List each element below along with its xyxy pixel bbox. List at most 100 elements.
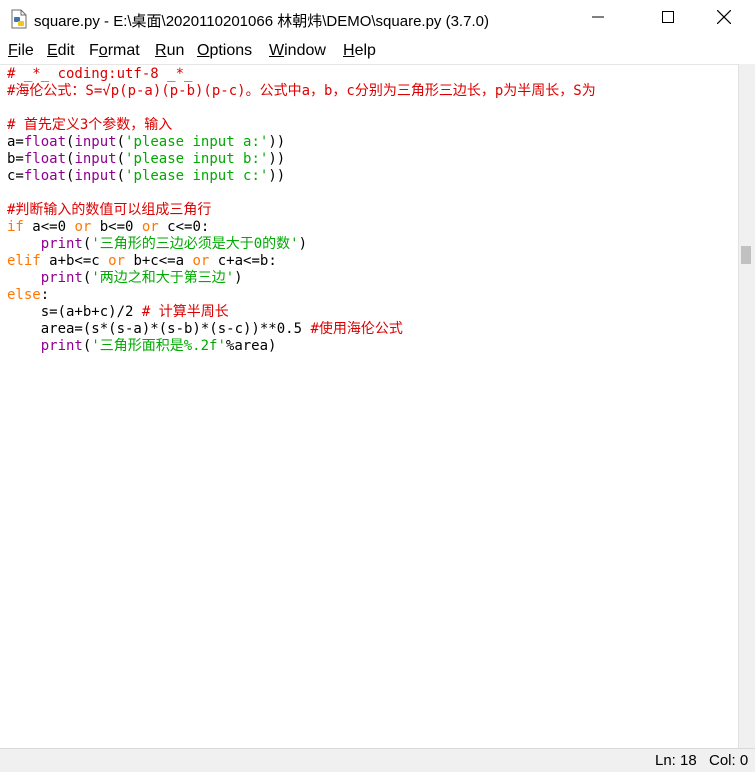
line-number-status: Ln: 18 — [655, 752, 697, 769]
code-line: s=(a+b+c)/2 # 计算半周长 — [7, 304, 596, 321]
code-token-bi: print — [40, 338, 83, 354]
menu-label: dit — [57, 42, 75, 59]
maximize-button[interactable] — [645, 0, 691, 38]
code-token: c<=0: — [158, 219, 210, 235]
menu-run[interactable]: Run — [155, 42, 184, 60]
code-token: c= — [7, 168, 24, 184]
menu-options[interactable]: Options — [197, 42, 252, 60]
python-file-icon — [10, 9, 28, 29]
code-line: print('两边之和大于第三边') — [7, 270, 596, 287]
code-token: ) — [234, 270, 243, 286]
code-token: : — [40, 287, 50, 303]
code-line: # 首先定义3个参数，输入 — [7, 117, 596, 134]
code-token-kw: or — [192, 253, 210, 269]
minimize-button[interactable] — [575, 0, 621, 38]
status-bar: Ln: 18 Col: 0 — [0, 748, 755, 772]
code-token: )) — [268, 168, 286, 184]
code-token-comment: # 首先定义3个参数，输入 — [7, 117, 173, 133]
code-token: )) — [268, 151, 286, 167]
menu-label: F — [89, 42, 99, 59]
code-token: )) — [268, 134, 286, 150]
code-token: ( — [116, 134, 126, 150]
scrollbar-thumb[interactable] — [741, 246, 751, 264]
code-token-bi: float — [23, 134, 67, 150]
code-token-kw: or — [108, 253, 126, 269]
code-token-comment: # _*_ coding:utf-8 _*_ — [7, 66, 193, 82]
code-line: elif a+b<=c or b+c<=a or c+a<=b: — [7, 253, 596, 270]
menu-format[interactable]: Format — [89, 42, 140, 60]
menu-accel: H — [343, 42, 355, 59]
code-token-bi: print — [40, 236, 83, 252]
code-text[interactable]: # _*_ coding:utf-8 _*_ #海伦公式：S=√p(p-a)(p-… — [7, 66, 596, 355]
code-token-str: 'please input a:' — [125, 134, 269, 150]
code-token-str: '两边之和大于第三边' — [91, 270, 235, 286]
code-token-bi: input — [74, 151, 117, 167]
code-line: print('三角形的三边必须是大于0的数') — [7, 236, 596, 253]
code-token-comment: # 计算半周长 — [141, 304, 229, 320]
code-token: %area) — [225, 338, 277, 354]
code-line: area=(s*(s-a)*(s-b)*(s-c))**0.5 #使用海伦公式 — [7, 321, 596, 338]
code-token-comment: #海伦公式：S=√p(p-a)(p-b)(p-c)。公式中a，b，c分别为三角形… — [7, 83, 596, 99]
code-token: area=(s*(s-a)*(s-b)*(s-c))**0.5 — [7, 321, 311, 337]
code-token: c+a<=b: — [209, 253, 277, 269]
code-token-bi: input — [74, 134, 117, 150]
code-token-kw: or — [74, 219, 92, 235]
column-number-status: Col: 0 — [709, 752, 749, 769]
menu-accel: W — [269, 42, 285, 59]
code-line: else: — [7, 287, 596, 304]
menu-accel: O — [197, 42, 210, 59]
code-line: if a<=0 or b<=0 or c<=0: — [7, 219, 596, 236]
code-token-kw: if — [7, 219, 24, 235]
code-token-str: '三角形的三边必须是大于0的数' — [91, 236, 299, 252]
menu-label: indow — [284, 42, 326, 59]
menu-window[interactable]: Window — [269, 42, 326, 60]
code-token-str: 'please input b:' — [125, 151, 269, 167]
code-token-str: '三角形面积是%.2f' — [91, 338, 226, 354]
menu-help[interactable]: Help — [343, 42, 376, 60]
code-token: b<=0 — [91, 219, 142, 235]
menu-label: rmat — [107, 42, 140, 59]
menu-label: ptions — [209, 42, 253, 59]
code-token: b= — [7, 151, 24, 167]
code-token: ) — [298, 236, 308, 252]
code-token-comment: #判断输入的数值可以组成三角行 — [7, 202, 212, 218]
code-line: a=float(input('please input a:')) — [7, 134, 596, 151]
code-token: a<=0 — [23, 219, 75, 235]
code-line: #海伦公式：S=√p(p-a)(p-b)(p-c)。公式中a，b，c分别为三角形… — [7, 83, 596, 100]
menu-file[interactable]: File — [8, 42, 34, 60]
maximize-icon — [662, 10, 674, 28]
menu-accel: o — [98, 42, 108, 59]
code-token-comment: #使用海伦公式 — [310, 321, 403, 337]
menu-accel: R — [155, 42, 167, 59]
code-token: ( — [116, 168, 126, 184]
code-token-bi: float — [23, 151, 67, 167]
code-token: a= — [7, 134, 24, 150]
code-token-bi: input — [74, 168, 117, 184]
code-token-bi: print — [40, 270, 83, 286]
window-title: square.py - E:\桌面\2020110201066 林朝炜\DEMO… — [34, 13, 489, 30]
code-token-kw: else — [7, 287, 41, 303]
code-line: print('三角形面积是%.2f'%area) — [7, 338, 596, 355]
close-button[interactable] — [701, 0, 747, 38]
code-token-kw: elif — [7, 253, 41, 269]
code-token: ( — [116, 151, 126, 167]
code-token-bi: float — [23, 168, 67, 184]
code-token: s=(a+b+c)/2 — [7, 304, 142, 320]
menu-accel: E — [47, 42, 58, 59]
code-token-str: 'please input c:' — [125, 168, 269, 184]
title-bar: square.py - E:\桌面\2020110201066 林朝炜\DEMO… — [0, 0, 755, 38]
menu-label: ile — [17, 42, 34, 59]
code-token: b+c<=a — [125, 253, 193, 269]
vertical-scrollbar[interactable] — [738, 64, 755, 748]
code-line: b=float(input('please input b:')) — [7, 151, 596, 168]
code-line: # _*_ coding:utf-8 _*_ — [7, 66, 596, 83]
code-line: c=float(input('please input c:')) — [7, 168, 596, 185]
menu-edit[interactable]: Edit — [47, 42, 75, 60]
code-token-kw: or — [141, 219, 159, 235]
menu-label: elp — [354, 42, 376, 59]
